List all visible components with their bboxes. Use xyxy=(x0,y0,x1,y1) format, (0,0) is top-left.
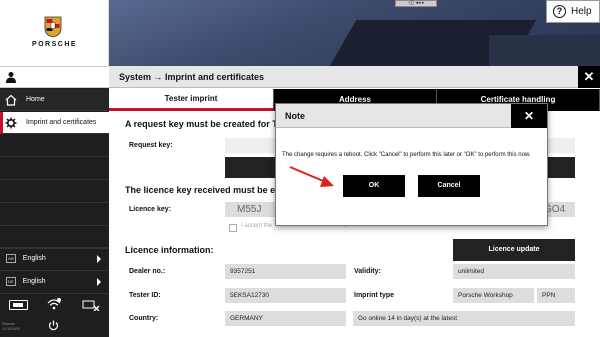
logo-area: PORSCHE xyxy=(0,0,109,66)
dialog-close-button[interactable]: ✕ xyxy=(511,104,547,128)
help-button[interactable]: ? Help xyxy=(546,0,600,23)
battery-icon[interactable] xyxy=(9,300,28,310)
online-note: Go online 14 in day(s) at the latest xyxy=(353,311,575,326)
accept-checkbox[interactable] xyxy=(229,224,237,232)
imprint-type-label: Imprint type xyxy=(354,292,395,299)
dealer-value: 9357251 xyxy=(225,264,346,279)
sidebar-item-label: Home xyxy=(26,96,45,103)
sidebar-empty-row xyxy=(0,158,109,180)
sidebar-empty-row xyxy=(0,227,109,249)
request-key-heading: A request key must be created for Tester xyxy=(125,119,299,129)
language-tag: GB xyxy=(6,254,16,263)
licence-info-heading: Licence information: xyxy=(125,245,214,255)
accept-text: I accept the xyxy=(241,223,273,229)
language-selector-secondary[interactable]: DE English xyxy=(0,270,109,292)
licence-key-heading: The licence key received must be entere xyxy=(125,185,298,195)
home-icon xyxy=(5,94,17,106)
remote-toolbar[interactable]: ▫◫ ◂◂ ▸ xyxy=(395,0,437,7)
tester-id-label: Tester ID: xyxy=(129,292,161,299)
brand-wordmark: PORSCHE xyxy=(31,41,78,48)
request-key-label: Request key: xyxy=(129,142,173,149)
chevron-right-icon xyxy=(97,278,101,286)
user-icon xyxy=(6,72,16,83)
tab-tester-imprint[interactable]: Tester imprint xyxy=(109,89,274,111)
language-tag: DE xyxy=(6,277,16,286)
licence-update-button[interactable]: Licence update xyxy=(453,239,575,261)
window-header: System → Imprint and certificates ✕ xyxy=(109,66,600,88)
country-value: GERMANY xyxy=(225,311,346,326)
dialog-message: The change requires a reboot. Click "Can… xyxy=(282,152,531,158)
sidebar-item-imprint-and-certificates[interactable]: Imprint and certificates xyxy=(0,112,109,134)
dealer-label: Dealer no.: xyxy=(129,268,166,275)
dialog-title: Note xyxy=(285,111,305,121)
porsche-crest-icon xyxy=(44,16,62,38)
sidebar-item-label: Imprint and certificates xyxy=(26,119,97,126)
imprint-type-code: PPN xyxy=(537,288,575,303)
gear-icon xyxy=(5,117,17,128)
banner-shape xyxy=(489,35,600,66)
language-label: English xyxy=(22,278,46,285)
sidebar-empty-row xyxy=(0,135,109,157)
dialog-header: Note ✕ xyxy=(276,104,547,128)
validity-value: unlimited xyxy=(453,264,575,279)
page-title: System → Imprint and certificates xyxy=(119,72,265,82)
user-row[interactable] xyxy=(0,66,109,88)
window-close-button[interactable]: ✕ xyxy=(578,66,600,88)
language-selector-primary[interactable]: GB English xyxy=(0,247,109,269)
language-label: English xyxy=(22,255,46,262)
chevron-right-icon xyxy=(97,255,101,263)
sidebar-empty-row xyxy=(0,181,109,203)
tester-id-value: 5EKSA12730 xyxy=(225,288,346,303)
sidebar-item-home[interactable]: Home xyxy=(0,89,109,111)
help-label: Help xyxy=(571,6,592,17)
cloud-disconnected-icon[interactable] xyxy=(82,299,100,311)
licence-key-left: M55J xyxy=(237,204,262,215)
help-icon: ? xyxy=(553,5,566,18)
licence-key-label: Licence key: xyxy=(129,206,172,213)
background-banner xyxy=(109,0,600,66)
red-arrow-annotation-icon xyxy=(289,166,334,187)
sidebar: PORSCHE Home Imprint and certificates GB… xyxy=(0,0,109,337)
power-icon[interactable] xyxy=(48,320,59,331)
sidebar-empty-row xyxy=(0,204,109,226)
status-row xyxy=(0,293,109,315)
cancel-button[interactable]: Cancel xyxy=(418,175,480,197)
imprint-type-value: Porsche Workshop xyxy=(453,288,534,303)
ok-button[interactable]: OK xyxy=(343,175,405,197)
version-label: Release 40.300.000 xyxy=(2,322,20,331)
wifi-icon[interactable] xyxy=(47,298,61,310)
country-label: Country: xyxy=(129,315,159,322)
validity-label: Validity: xyxy=(354,268,381,275)
